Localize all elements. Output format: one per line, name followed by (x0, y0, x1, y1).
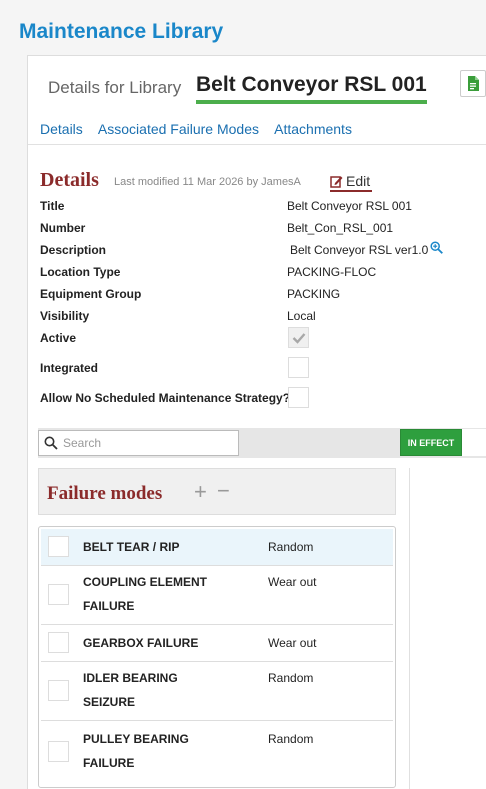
row-checkbox[interactable] (48, 741, 69, 762)
column-divider (409, 468, 410, 789)
last-modified-text: Last modified 11 Mar 2026 by JamesA (114, 176, 301, 188)
list-item[interactable]: PULLEY BEARING FAILURE Random (41, 723, 393, 781)
document-icon (468, 76, 479, 91)
failure-mode-name: COUPLING ELEMENT FAILURE (83, 575, 208, 613)
failure-mode-type: Random (268, 671, 314, 685)
search-icon (44, 436, 58, 450)
location-type-value: PACKING-FLOC (287, 265, 377, 279)
row-checkbox[interactable] (48, 584, 69, 605)
edit-button[interactable]: Edit (330, 173, 373, 192)
failure-mode-type: Wear out (268, 636, 317, 650)
search-input[interactable] (63, 434, 233, 452)
row-checkbox[interactable] (48, 632, 69, 653)
failure-mode-type: Random (268, 732, 314, 746)
description-value: Belt Conveyor RSL ver1.0 (290, 243, 429, 257)
detail-tabs: Details Associated Failure Modes Attachm… (40, 121, 364, 137)
allow-no-scheduled-label: Allow No Scheduled Maintenance Strategy? (40, 391, 291, 405)
failure-modes-header: Failure modes + − (38, 468, 396, 515)
search-box (38, 430, 239, 456)
integrated-checkbox[interactable] (288, 357, 309, 378)
list-item[interactable]: GEARBOX FAILURE Wear out (41, 625, 393, 662)
toolbar-spacer (462, 429, 486, 456)
row-checkbox[interactable] (48, 536, 69, 557)
failure-modes-title: Failure modes (47, 483, 163, 504)
failure-modes-list: BELT TEAR / RIP Random COUPLING ELEMENT … (38, 526, 396, 788)
search-toolbar: IN EFFECT (38, 428, 486, 458)
failure-mode-name: GEARBOX FAILURE (83, 636, 199, 650)
allow-no-scheduled-checkbox[interactable] (288, 387, 309, 408)
failure-mode-name: PULLEY BEARING FAILURE (83, 732, 189, 770)
edit-label: Edit (346, 173, 371, 189)
row-checkbox[interactable] (48, 680, 69, 701)
title-label: Title (40, 199, 65, 213)
number-value: Belt_Con_RSL_001 (287, 221, 394, 235)
failure-mode-type: Wear out (268, 575, 317, 589)
number-label: Number (40, 221, 86, 235)
active-label: Active (40, 331, 77, 345)
location-type-label: Location Type (40, 265, 121, 279)
header-prefix: Details for Library (48, 78, 182, 97)
list-item[interactable]: BELT TEAR / RIP Random (41, 529, 393, 566)
list-item[interactable]: IDLER BEARING SEIZURE Random (41, 662, 393, 721)
equipment-group-value: PACKING (287, 287, 341, 301)
edit-icon (330, 176, 343, 188)
tab-divider (28, 144, 486, 145)
export-document-button[interactable] (460, 70, 486, 97)
checkmark-icon (292, 333, 306, 344)
equipment-group-label: Equipment Group (40, 287, 142, 301)
integrated-label: Integrated (40, 361, 99, 375)
description-label: Description (40, 243, 107, 257)
library-details-panel: Details for Library Belt Conveyor RSL 00… (27, 55, 486, 789)
details-section-title: Details (40, 169, 99, 191)
tab-attachments[interactable]: Attachments (274, 121, 352, 137)
remove-failure-mode-button[interactable]: − (217, 478, 230, 504)
add-failure-mode-button[interactable]: + (194, 479, 207, 505)
library-name: Belt Conveyor RSL 001 (196, 73, 427, 104)
app-title: Maintenance Library (19, 20, 224, 43)
title-value: Belt Conveyor RSL 001 (287, 199, 412, 213)
in-effect-button[interactable]: IN EFFECT (400, 429, 462, 456)
failure-mode-type: Random (268, 540, 314, 554)
tab-details[interactable]: Details (40, 121, 83, 137)
zoom-in-icon[interactable] (430, 241, 443, 254)
failure-mode-name: BELT TEAR / RIP (83, 540, 180, 554)
active-checkbox[interactable] (288, 327, 309, 348)
failure-mode-name: IDLER BEARING SEIZURE (83, 671, 178, 709)
visibility-value: Local (287, 309, 316, 323)
list-item[interactable]: COUPLING ELEMENT FAILURE Wear out (41, 566, 393, 625)
visibility-label: Visibility (40, 309, 90, 323)
tab-associated-failure-modes[interactable]: Associated Failure Modes (98, 121, 259, 137)
